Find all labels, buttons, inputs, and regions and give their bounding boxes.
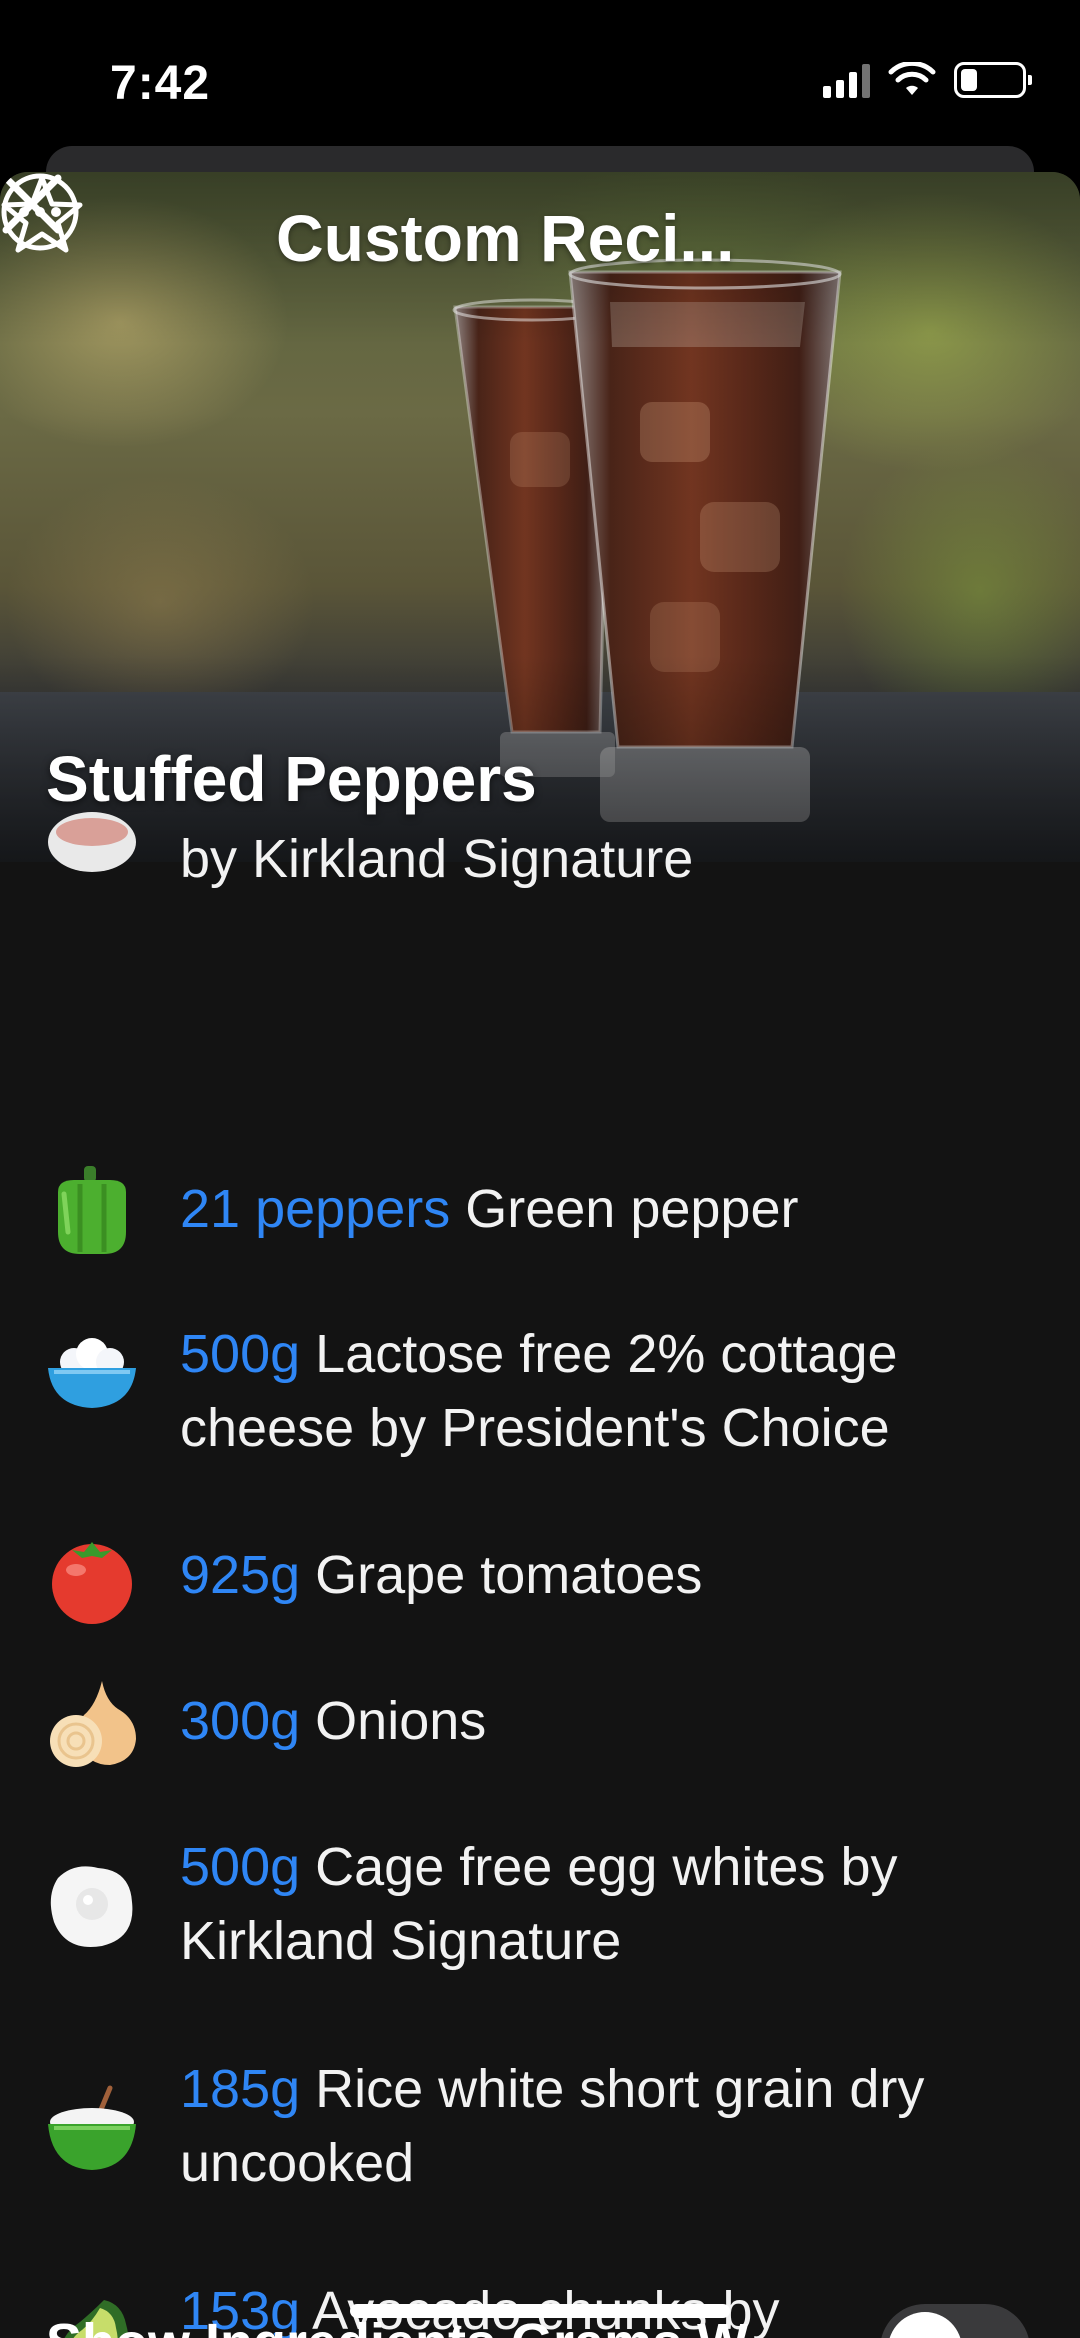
status-time: 7:42 bbox=[110, 57, 211, 110]
ingredient-amount: 300g bbox=[180, 1691, 301, 1751]
green-pepper-icon bbox=[58, 1166, 126, 1254]
cellular-signal-icon bbox=[823, 62, 870, 98]
ingredient-amount: 500g bbox=[180, 1837, 301, 1897]
bowl-icon bbox=[48, 812, 136, 872]
ingredient-amount: 925g bbox=[180, 1545, 301, 1605]
ingredient-name: Onions bbox=[315, 1691, 487, 1751]
more-icon[interactable] bbox=[0, 172, 80, 252]
nav-title: Custom Reci... bbox=[276, 201, 735, 275]
ingredient-text: 500g Cage free egg whites by Kirkland Si… bbox=[180, 1830, 1040, 1978]
ingredient-amount: 500g bbox=[180, 1324, 301, 1384]
onion-icon bbox=[50, 1681, 136, 1767]
status-icons bbox=[823, 62, 1032, 98]
status-bar: 7:42 bbox=[0, 0, 1080, 170]
ingredient-name: Green pepper bbox=[465, 1179, 799, 1239]
home-indicator[interactable] bbox=[350, 2304, 730, 2318]
ingredient-name: Grape tomatoes bbox=[315, 1545, 703, 1605]
wifi-icon bbox=[888, 62, 936, 95]
toggle-knob bbox=[888, 2312, 962, 2338]
ingredient-text: 925g Grape tomatoes bbox=[180, 1538, 1040, 1612]
recipe-hero-image: Custom Reci... Stuffed Peppers bbox=[0, 172, 1080, 862]
egg-icon bbox=[50, 1866, 133, 1947]
ingredient-text: 185g Rice white short grain dry uncooked bbox=[180, 2052, 1040, 2200]
cottage-cheese-icon bbox=[48, 1338, 136, 1408]
ingredient-amount: 21 peppers bbox=[180, 1179, 451, 1239]
ingredient-text: 500g Lactose free 2% cottage cheese by P… bbox=[180, 1317, 1040, 1465]
recipe-sheet: Custom Reci... Stuffed Peppers by Kirkla… bbox=[0, 172, 1080, 2338]
rice-bowl-icon bbox=[48, 2085, 136, 2170]
battery-icon bbox=[954, 62, 1032, 98]
ingredient-name: by Kirkland Signature bbox=[180, 829, 694, 889]
ingredient-amount: 185g bbox=[180, 2059, 301, 2119]
grams-toggle[interactable] bbox=[880, 2304, 1030, 2338]
ingredient-text: 300g Onions bbox=[180, 1684, 1040, 1758]
tomato-icon bbox=[52, 1542, 132, 1624]
ingredient-text: 21 peppers Green pepper bbox=[180, 1172, 1040, 1246]
ingredient-text: by Kirkland Signature bbox=[180, 822, 1040, 896]
